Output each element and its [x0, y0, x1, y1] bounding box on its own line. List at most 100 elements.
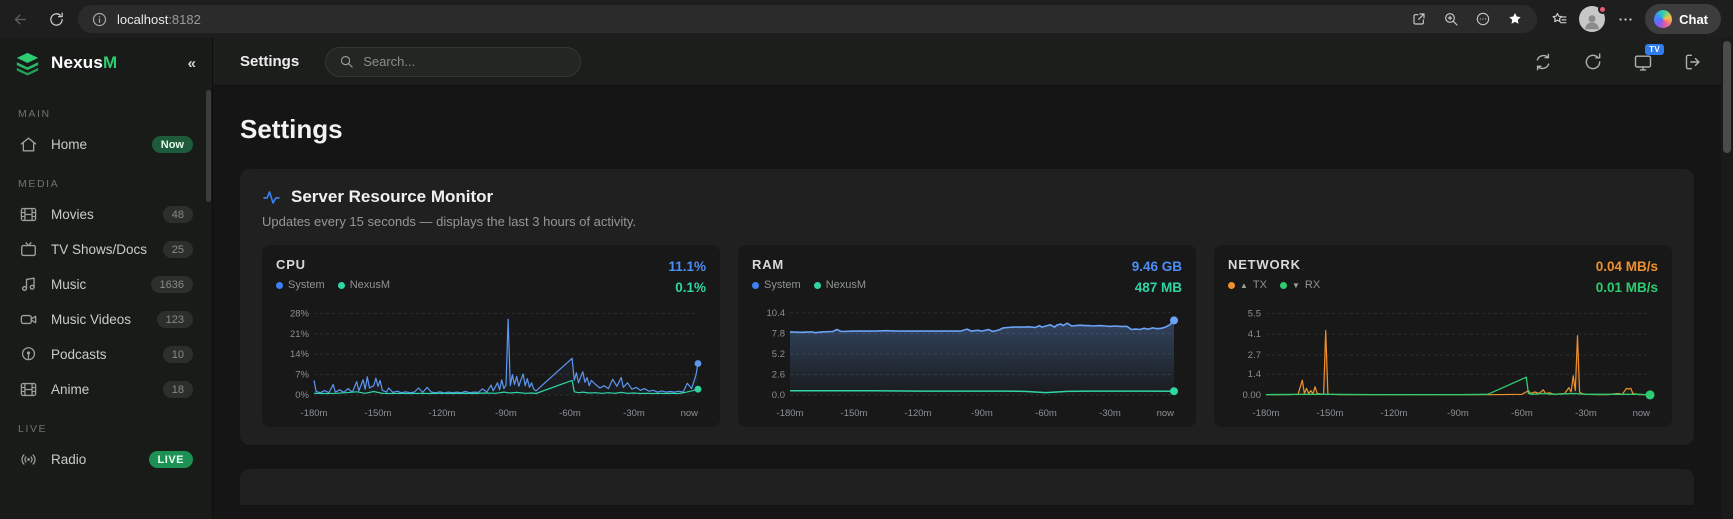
svg-text:1.4: 1.4	[1248, 369, 1261, 380]
site-info-icon[interactable]	[90, 5, 108, 33]
chart-panel-cpu: CPU System NexusM 11.1% 0.1% 0% 7% 14% 21% 28%…	[262, 245, 720, 427]
profile-avatar[interactable]	[1579, 5, 1608, 32]
legend-arrow-icon: ▲	[1240, 280, 1248, 290]
brand-accent: M	[103, 53, 118, 72]
status-badge: LIVE	[148, 451, 193, 468]
legend-system: System	[752, 279, 801, 291]
chart-current-values: 11.1% 0.1%	[668, 257, 706, 299]
charts-row: CPU System NexusM 11.1% 0.1% 0% 7% 14% 21% 28%…	[262, 245, 1672, 427]
sidebar-item-label: Music	[51, 277, 87, 292]
sidebar-item-label: Music Videos	[51, 312, 132, 327]
sidebar-collapse-icon[interactable]: «	[188, 55, 196, 72]
legend-arrow-icon: ▼	[1291, 280, 1300, 290]
svg-text:-180m: -180m	[1253, 408, 1280, 419]
svg-text:-120m: -120m	[429, 408, 456, 419]
home-icon	[19, 135, 38, 154]
activity-pulse-icon	[263, 190, 280, 204]
svg-text:5.2: 5.2	[772, 349, 785, 360]
svg-text:-30m: -30m	[1099, 408, 1121, 419]
browser-menu-icon[interactable]	[1611, 5, 1639, 33]
film-icon	[19, 380, 38, 399]
legend-dot-icon	[752, 281, 759, 289]
section-label-main: MAIN	[18, 108, 51, 120]
svg-text:-180m: -180m	[301, 408, 328, 419]
section-label-live: LIVE	[18, 423, 48, 435]
zoom-in-icon[interactable]	[1437, 5, 1465, 33]
legend-label: System	[764, 279, 801, 291]
chart-title: RAM	[752, 257, 785, 272]
legend-system: System	[276, 279, 325, 291]
count-badge: 10	[162, 346, 193, 363]
search-icon	[341, 55, 353, 68]
legend-dot-icon	[337, 281, 345, 289]
sidebar-nav: MAIN Home Now MEDIA Movies 48 TV Shows/Docs 25 M…	[0, 88, 212, 481]
logout-icon[interactable]	[1683, 52, 1703, 72]
page-scrollbar-thumb[interactable]	[1723, 41, 1731, 153]
svg-text:-30m: -30m	[1575, 408, 1597, 419]
current-value: 487 MB	[1134, 279, 1182, 295]
external-link-icon[interactable]	[1405, 5, 1433, 33]
card-subtitle: Updates every 15 seconds — displays the …	[262, 214, 637, 229]
legend-label: NexusM	[349, 279, 391, 291]
url-text: localhost:8182	[117, 12, 1396, 27]
cast-tv-icon[interactable]: TV	[1633, 43, 1664, 72]
page-scrollbar[interactable]	[1721, 38, 1733, 519]
copilot-chat-button[interactable]: Chat	[1645, 4, 1721, 34]
browser-back-icon[interactable]	[6, 5, 34, 33]
more-circle-icon[interactable]	[1469, 5, 1497, 33]
sidebar-item-music[interactable]: Music 1636	[10, 267, 202, 302]
svg-text:-30m: -30m	[623, 408, 645, 419]
nexusm-logo-icon	[16, 52, 39, 76]
browser-toolbar: Chat	[1545, 4, 1721, 34]
main-area: Settings Search... TV Settings Server Re…	[213, 38, 1733, 519]
chart-title: NETWORK	[1228, 257, 1301, 272]
svg-text:10.4: 10.4	[767, 308, 786, 319]
sidebar-item-movies[interactable]: Movies 48	[10, 197, 202, 232]
legend-label: System	[288, 279, 325, 291]
status-badge: Now	[151, 136, 193, 153]
browser-reload-icon[interactable]	[42, 5, 70, 33]
chart-panel-network: NETWORK ▲ TX ▼ RX 0.04 MB/s 0.01 MB/s 0.00 1.…	[1214, 245, 1672, 427]
sidebar-item-podcasts[interactable]: Podcasts 10	[10, 337, 202, 372]
current-value: 9.46 GB	[1131, 259, 1182, 274]
refresh-icon[interactable]	[1583, 52, 1603, 72]
card-title: Server Resource Monitor	[291, 187, 494, 206]
svg-text:now: now	[1633, 408, 1651, 419]
podcast-icon	[19, 345, 38, 364]
search-placeholder: Search...	[363, 54, 416, 69]
url-host: localhost	[117, 11, 169, 27]
shuffle-icon[interactable]	[1533, 52, 1553, 72]
sidebar-item-label: Anime	[51, 382, 90, 397]
sidebar-item-label: Movies	[51, 207, 94, 222]
svg-text:0%: 0%	[295, 390, 309, 401]
sidebar-item-music-videos[interactable]: Music Videos 123	[10, 302, 202, 337]
count-badge: 48	[162, 206, 193, 223]
tv-mode-badge: TV	[1645, 43, 1664, 55]
svg-text:-90m: -90m	[1447, 408, 1469, 419]
chat-label: Chat	[1679, 11, 1708, 27]
sidebar-item-label: Podcasts	[51, 347, 107, 362]
count-badge: 123	[156, 311, 193, 328]
sidebar-item-anime[interactable]: Anime 18	[10, 372, 202, 407]
search-input[interactable]: Search...	[325, 46, 582, 77]
legend-nexusm: NexusM	[337, 279, 391, 291]
sidebar-item-home[interactable]: Home Now	[10, 127, 202, 162]
current-value: 11.1%	[668, 259, 706, 274]
section-label-media: MEDIA	[18, 178, 60, 190]
svg-text:-90m: -90m	[971, 408, 993, 419]
favorites-list-icon[interactable]	[1545, 5, 1573, 33]
chart-panel-ram: RAM System NexusM 9.46 GB 487 MB 0.0 2.6 5.2…	[738, 245, 1196, 427]
music-note-icon	[19, 275, 38, 294]
bookmark-star-icon[interactable]	[1501, 5, 1529, 33]
current-value: 0.01 MB/s	[1595, 279, 1658, 295]
sidebar-item-radio[interactable]: Radio LIVE	[10, 442, 202, 477]
count-badge: 1636	[150, 276, 193, 293]
header-actions: TV	[1533, 43, 1703, 72]
current-value: 0.04 MB/s	[1595, 259, 1658, 274]
svg-text:5.5: 5.5	[1248, 308, 1261, 319]
sidebar-scrollbar[interactable]	[206, 90, 211, 202]
sidebar-item-tv-shows-docs[interactable]: TV Shows/Docs 25	[10, 232, 202, 267]
video-camera-icon	[19, 310, 38, 329]
address-bar[interactable]: localhost:8182	[78, 5, 1538, 33]
chart-legend: System NexusM	[752, 279, 866, 291]
